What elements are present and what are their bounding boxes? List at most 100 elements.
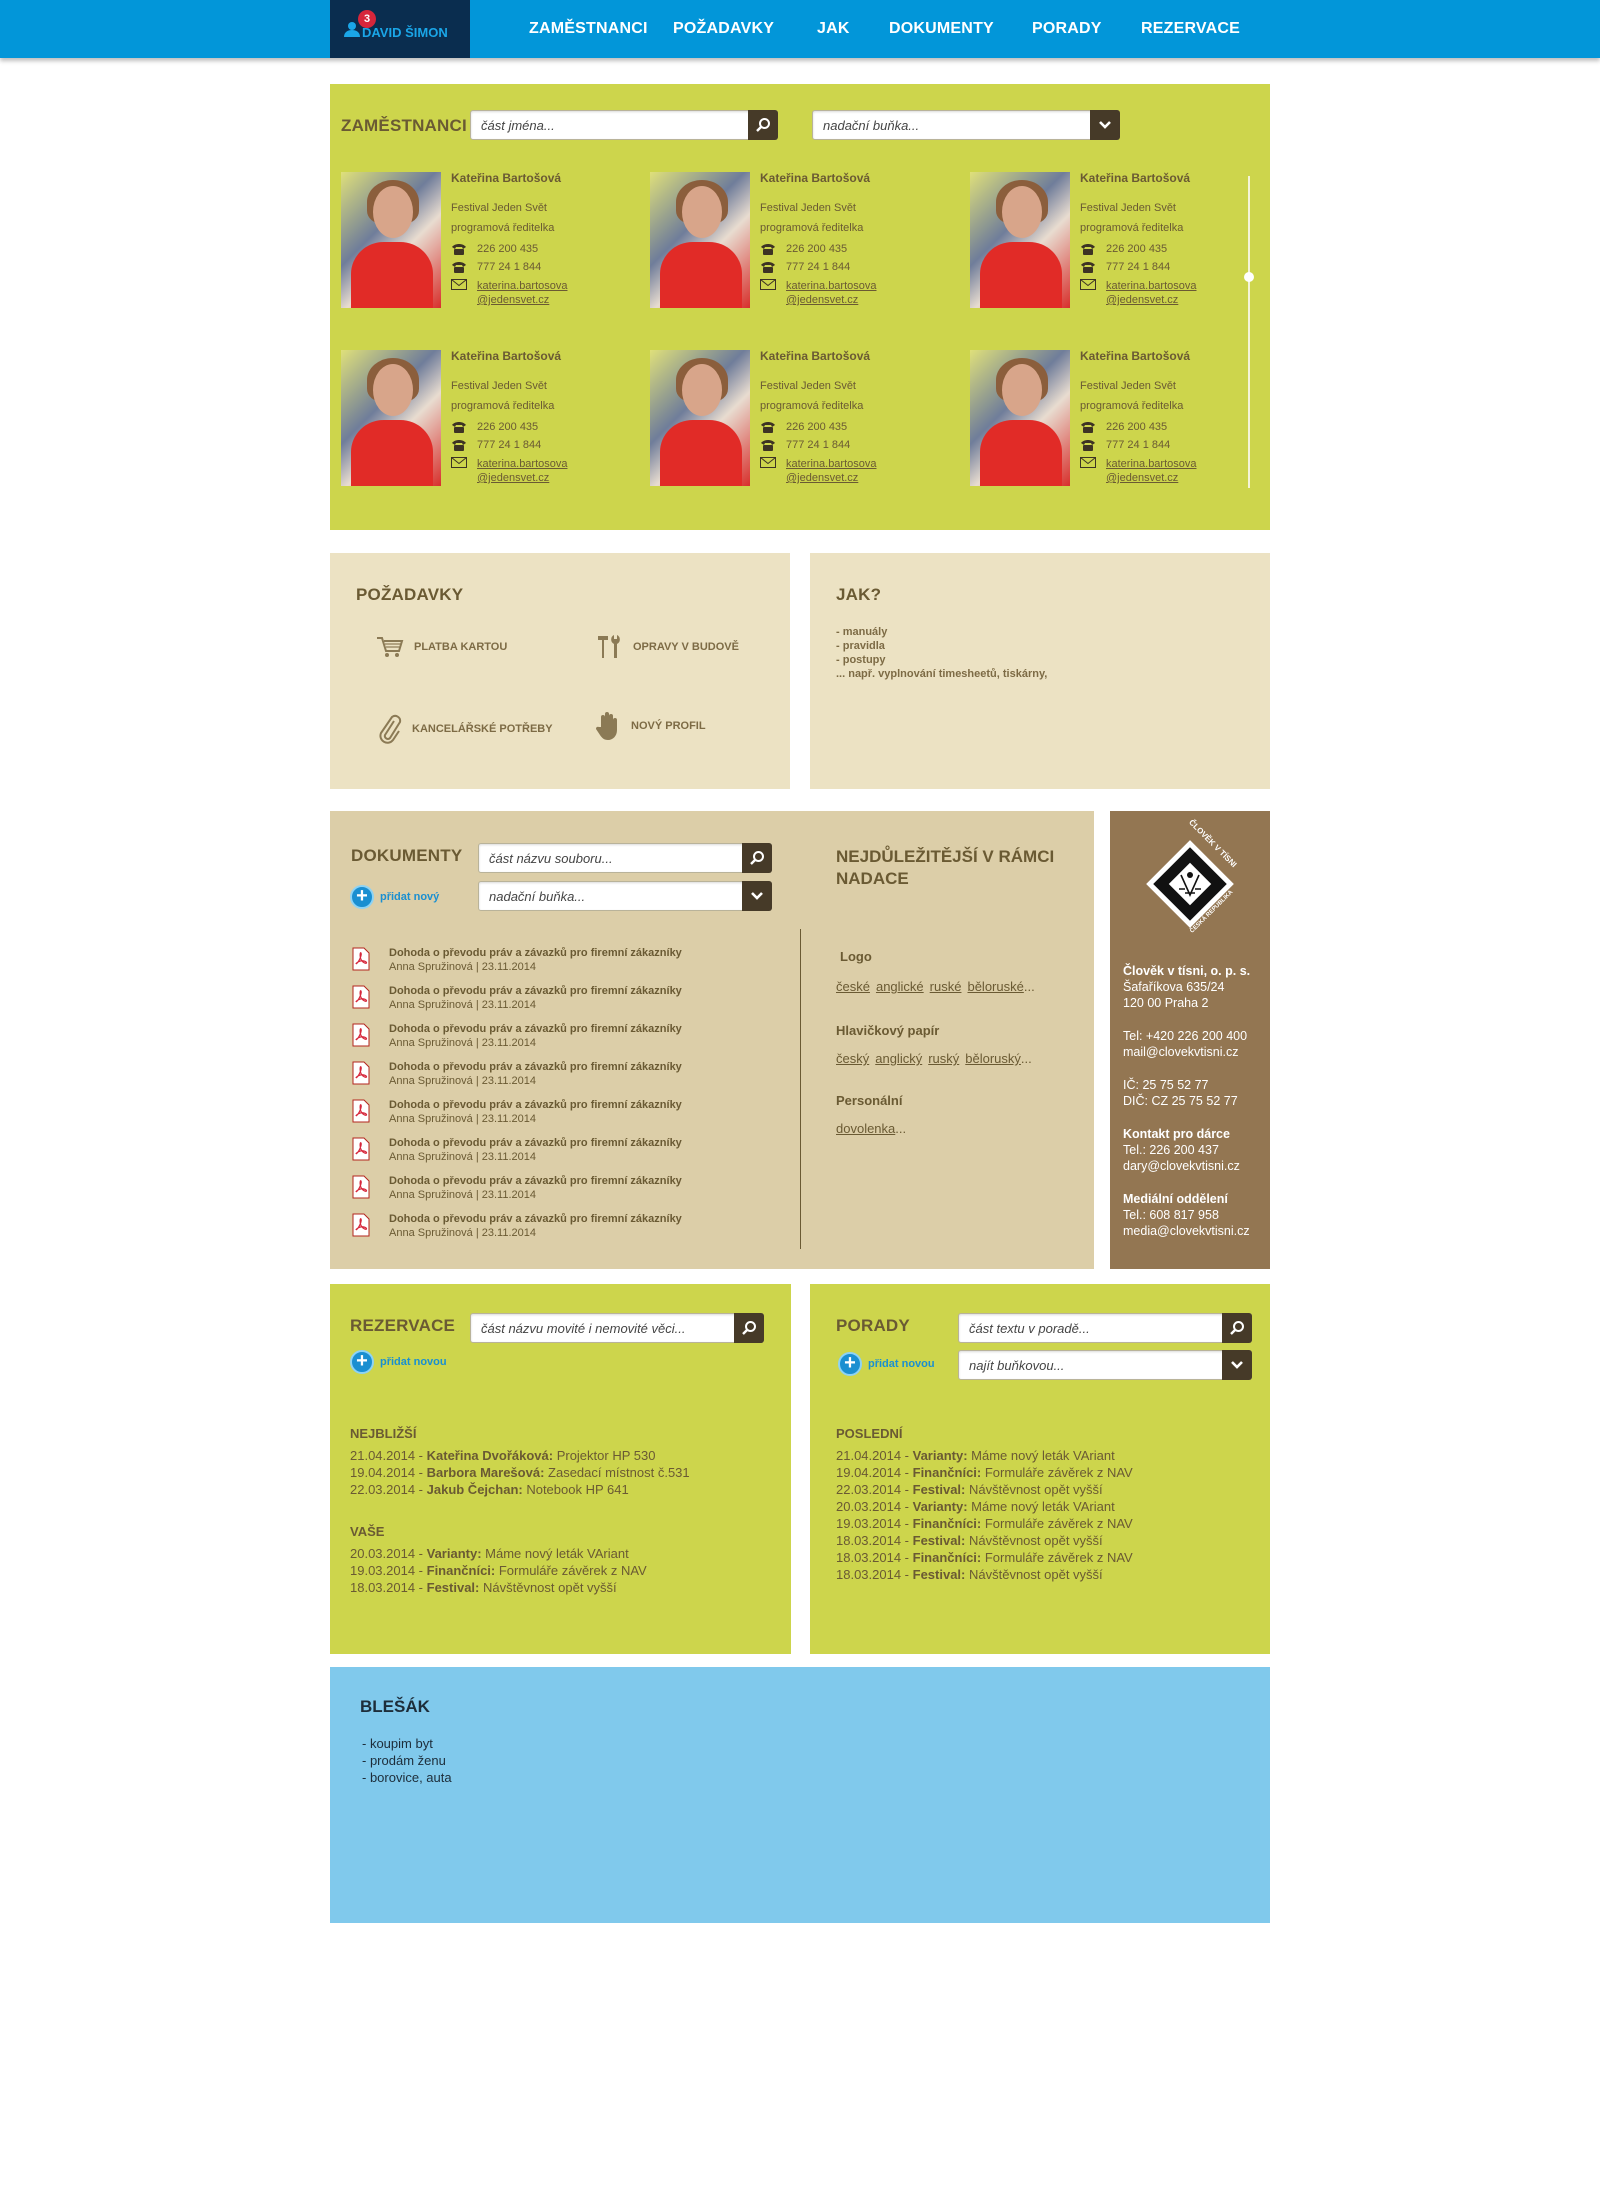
search-button[interactable]: [1222, 1313, 1252, 1343]
document-row[interactable]: Dohoda o převodu práv a závazků pro fire…: [351, 947, 711, 983]
search-button[interactable]: [742, 843, 772, 873]
how-item[interactable]: - manuály: [836, 625, 1047, 639]
org-mail[interactable]: mail@clovekvtisni.cz: [1123, 1044, 1268, 1060]
nav-porady[interactable]: PORADY: [1032, 20, 1102, 38]
add-reservation-button[interactable]: + přidat novou: [350, 1350, 447, 1374]
letterhead-link-belarusian[interactable]: běloruský: [965, 1051, 1021, 1066]
employee-card[interactable]: Kateřina Bartošová Festival Jeden Svět pro…: [970, 350, 1250, 490]
employee-name[interactable]: Kateřina Bartošová: [451, 172, 571, 185]
media-mail[interactable]: media@clovekvtisni.cz: [1123, 1223, 1268, 1239]
document-row[interactable]: Dohoda o převodu práv a závazků pro fire…: [351, 1099, 711, 1135]
employee-phone[interactable]: 226 200 435: [477, 421, 538, 433]
document-title[interactable]: Dohoda o převodu práv a závazků pro fire…: [389, 1099, 682, 1111]
employee-mobile[interactable]: 777 24 1 844: [477, 261, 541, 273]
document-title[interactable]: Dohoda o převodu práv a závazků pro fire…: [389, 947, 682, 959]
letterhead-link-russian[interactable]: ruský: [928, 1051, 959, 1066]
employee-mobile[interactable]: 777 24 1 844: [786, 261, 850, 273]
document-title[interactable]: Dohoda o převodu práv a závazků pro fire…: [389, 1061, 682, 1073]
employee-name[interactable]: Kateřina Bartošová: [451, 350, 571, 363]
employee-email[interactable]: katerina.bartosova @jedensvet.cz: [477, 457, 568, 485]
personal-more[interactable]: ...: [895, 1121, 906, 1136]
employee-name[interactable]: Kateřina Bartošová: [760, 172, 880, 185]
document-row[interactable]: Dohoda o převodu práv a závazků pro fire…: [351, 1137, 711, 1173]
how-item[interactable]: - pravidla: [836, 639, 1047, 653]
dropdown-button[interactable]: [1090, 110, 1120, 140]
list-item[interactable]: 18.03.2014 - Festival: Návštěvnost opět …: [836, 1566, 1133, 1583]
employee-email[interactable]: katerina.bartosova @jedensvet.cz: [477, 279, 568, 307]
document-title[interactable]: Dohoda o převodu práv a závazků pro fire…: [389, 985, 682, 997]
employee-phone[interactable]: 226 200 435: [1106, 243, 1167, 255]
employee-email[interactable]: katerina.bartosova @jedensvet.cz: [786, 457, 877, 485]
employee-name[interactable]: Kateřina Bartošová: [1080, 172, 1200, 185]
donor-mail[interactable]: dary@clovekvtisni.cz: [1123, 1158, 1268, 1174]
nav-zamestnanci[interactable]: ZAMĚSTNANCI: [529, 20, 648, 38]
nav-jak[interactable]: JAK: [817, 20, 850, 38]
document-title[interactable]: Dohoda o převodu práv a závazků pro fire…: [389, 1023, 682, 1035]
list-item[interactable]: 18.03.2014 - Festival: Návštěvnost opět …: [836, 1532, 1133, 1549]
employee-card[interactable]: Kateřina Bartošová Festival Jeden Svět pro…: [650, 350, 930, 490]
employee-card[interactable]: Kateřina Bartošová Festival Jeden Svět pro…: [970, 172, 1250, 312]
employee-mobile[interactable]: 777 24 1 844: [477, 439, 541, 451]
employee-card[interactable]: Kateřina Bartošová Festival Jeden Svět pro…: [341, 350, 621, 490]
list-item[interactable]: 20.03.2014 - Varianty: Máme nový leták V…: [350, 1545, 647, 1562]
add-document-button[interactable]: + přidat nový: [350, 885, 439, 909]
employees-scrollbar[interactable]: [1248, 176, 1250, 488]
reservation-search-input[interactable]: část názvu movité i nemovité věci...: [470, 1313, 764, 1343]
nav-dokumenty[interactable]: DOKUMENTY: [889, 20, 994, 38]
employee-phone[interactable]: 226 200 435: [477, 243, 538, 255]
document-row[interactable]: Dohoda o převodu práv a závazků pro fire…: [351, 1213, 711, 1249]
bazaar-item[interactable]: - prodám ženu: [362, 1752, 452, 1769]
employee-card[interactable]: Kateřina Bartošová Festival Jeden Svět pro…: [650, 172, 930, 312]
letterhead-link-czech[interactable]: český: [836, 1051, 869, 1066]
document-row[interactable]: Dohoda o převodu práv a závazků pro fire…: [351, 1175, 711, 1211]
meeting-search-input[interactable]: část textu v poradě...: [958, 1313, 1252, 1343]
request-card-payment[interactable]: PLATBA KARTOU: [376, 635, 507, 659]
employee-email[interactable]: katerina.bartosova @jedensvet.cz: [786, 279, 877, 307]
nav-rezervace[interactable]: REZERVACE: [1141, 20, 1240, 38]
document-title[interactable]: Dohoda o převodu práv a závazků pro fire…: [389, 1175, 682, 1187]
employee-card[interactable]: Kateřina Bartošová Festival Jeden Svět pro…: [341, 172, 621, 312]
employee-mobile[interactable]: 777 24 1 844: [786, 439, 850, 451]
request-card-repairs[interactable]: OPRAVY V BUDOVĚ: [595, 633, 739, 661]
scrollbar-thumb[interactable]: [1244, 272, 1254, 282]
personal-link-vacation[interactable]: dovolenka: [836, 1121, 895, 1136]
document-row[interactable]: Dohoda o převodu práv a závazků pro fire…: [351, 1061, 711, 1097]
employee-phone[interactable]: 226 200 435: [786, 421, 847, 433]
employee-mobile[interactable]: 777 24 1 844: [1106, 439, 1170, 451]
list-item[interactable]: 18.03.2014 - Festival: Návštěvnost opět …: [350, 1579, 647, 1596]
search-button[interactable]: [748, 110, 778, 140]
employee-phone[interactable]: 226 200 435: [786, 243, 847, 255]
employee-email[interactable]: katerina.bartosova @jedensvet.cz: [1106, 457, 1197, 485]
dropdown-button[interactable]: [1222, 1350, 1252, 1380]
document-title[interactable]: Dohoda o převodu práv a závazků pro fire…: [389, 1213, 682, 1225]
request-card-office-supplies[interactable]: KANCELÁŘSKÉ POTŘEBY: [376, 713, 553, 745]
notification-badge[interactable]: 3: [358, 10, 376, 28]
list-item[interactable]: 19.04.2014 - Barbora Marešová: Zasedací …: [350, 1464, 690, 1481]
list-item[interactable]: 19.03.2014 - Finančníci: Formuláře závěr…: [836, 1515, 1133, 1532]
list-item[interactable]: 21.04.2014 - Kateřina Dvořáková: Projekt…: [350, 1447, 690, 1464]
logo-link-russian[interactable]: ruské: [930, 979, 962, 994]
letterhead-more[interactable]: ...: [1021, 1051, 1032, 1066]
employee-mobile[interactable]: 777 24 1 844: [1106, 261, 1170, 273]
meeting-unit-select[interactable]: najít buňkovou...: [958, 1350, 1252, 1380]
list-item[interactable]: 19.04.2014 - Finančníci: Formuláře závěr…: [836, 1464, 1133, 1481]
list-item[interactable]: 22.03.2014 - Festival: Návštěvnost opět …: [836, 1481, 1133, 1498]
logo-more[interactable]: ...: [1024, 979, 1035, 994]
employee-unit-select[interactable]: nadační buňka...: [812, 110, 1120, 140]
how-item[interactable]: ... např. vyplnování timesheetů, tiskárn…: [836, 667, 1047, 681]
logo-link-english[interactable]: anglické: [876, 979, 924, 994]
bazaar-item[interactable]: - borovice, auta: [362, 1769, 452, 1786]
dropdown-button[interactable]: [742, 881, 772, 911]
employee-email[interactable]: katerina.bartosova @jedensvet.cz: [1106, 279, 1197, 307]
letterhead-link-english[interactable]: anglický: [875, 1051, 922, 1066]
bazaar-item[interactable]: - koupim byt: [362, 1735, 452, 1752]
list-item[interactable]: 19.03.2014 - Finančníci: Formuláře závěr…: [350, 1562, 647, 1579]
list-item[interactable]: 21.04.2014 - Varianty: Máme nový leták V…: [836, 1447, 1133, 1464]
logo-link-czech[interactable]: české: [836, 979, 870, 994]
document-title[interactable]: Dohoda o převodu práv a závazků pro fire…: [389, 1137, 682, 1149]
list-item[interactable]: 18.03.2014 - Finančníci: Formuláře závěr…: [836, 1549, 1133, 1566]
employee-search-input[interactable]: část jména...: [470, 110, 778, 140]
list-item[interactable]: 22.03.2014 - Jakub Čejchan: Notebook HP …: [350, 1481, 690, 1498]
employee-phone[interactable]: 226 200 435: [1106, 421, 1167, 433]
search-button[interactable]: [734, 1313, 764, 1343]
